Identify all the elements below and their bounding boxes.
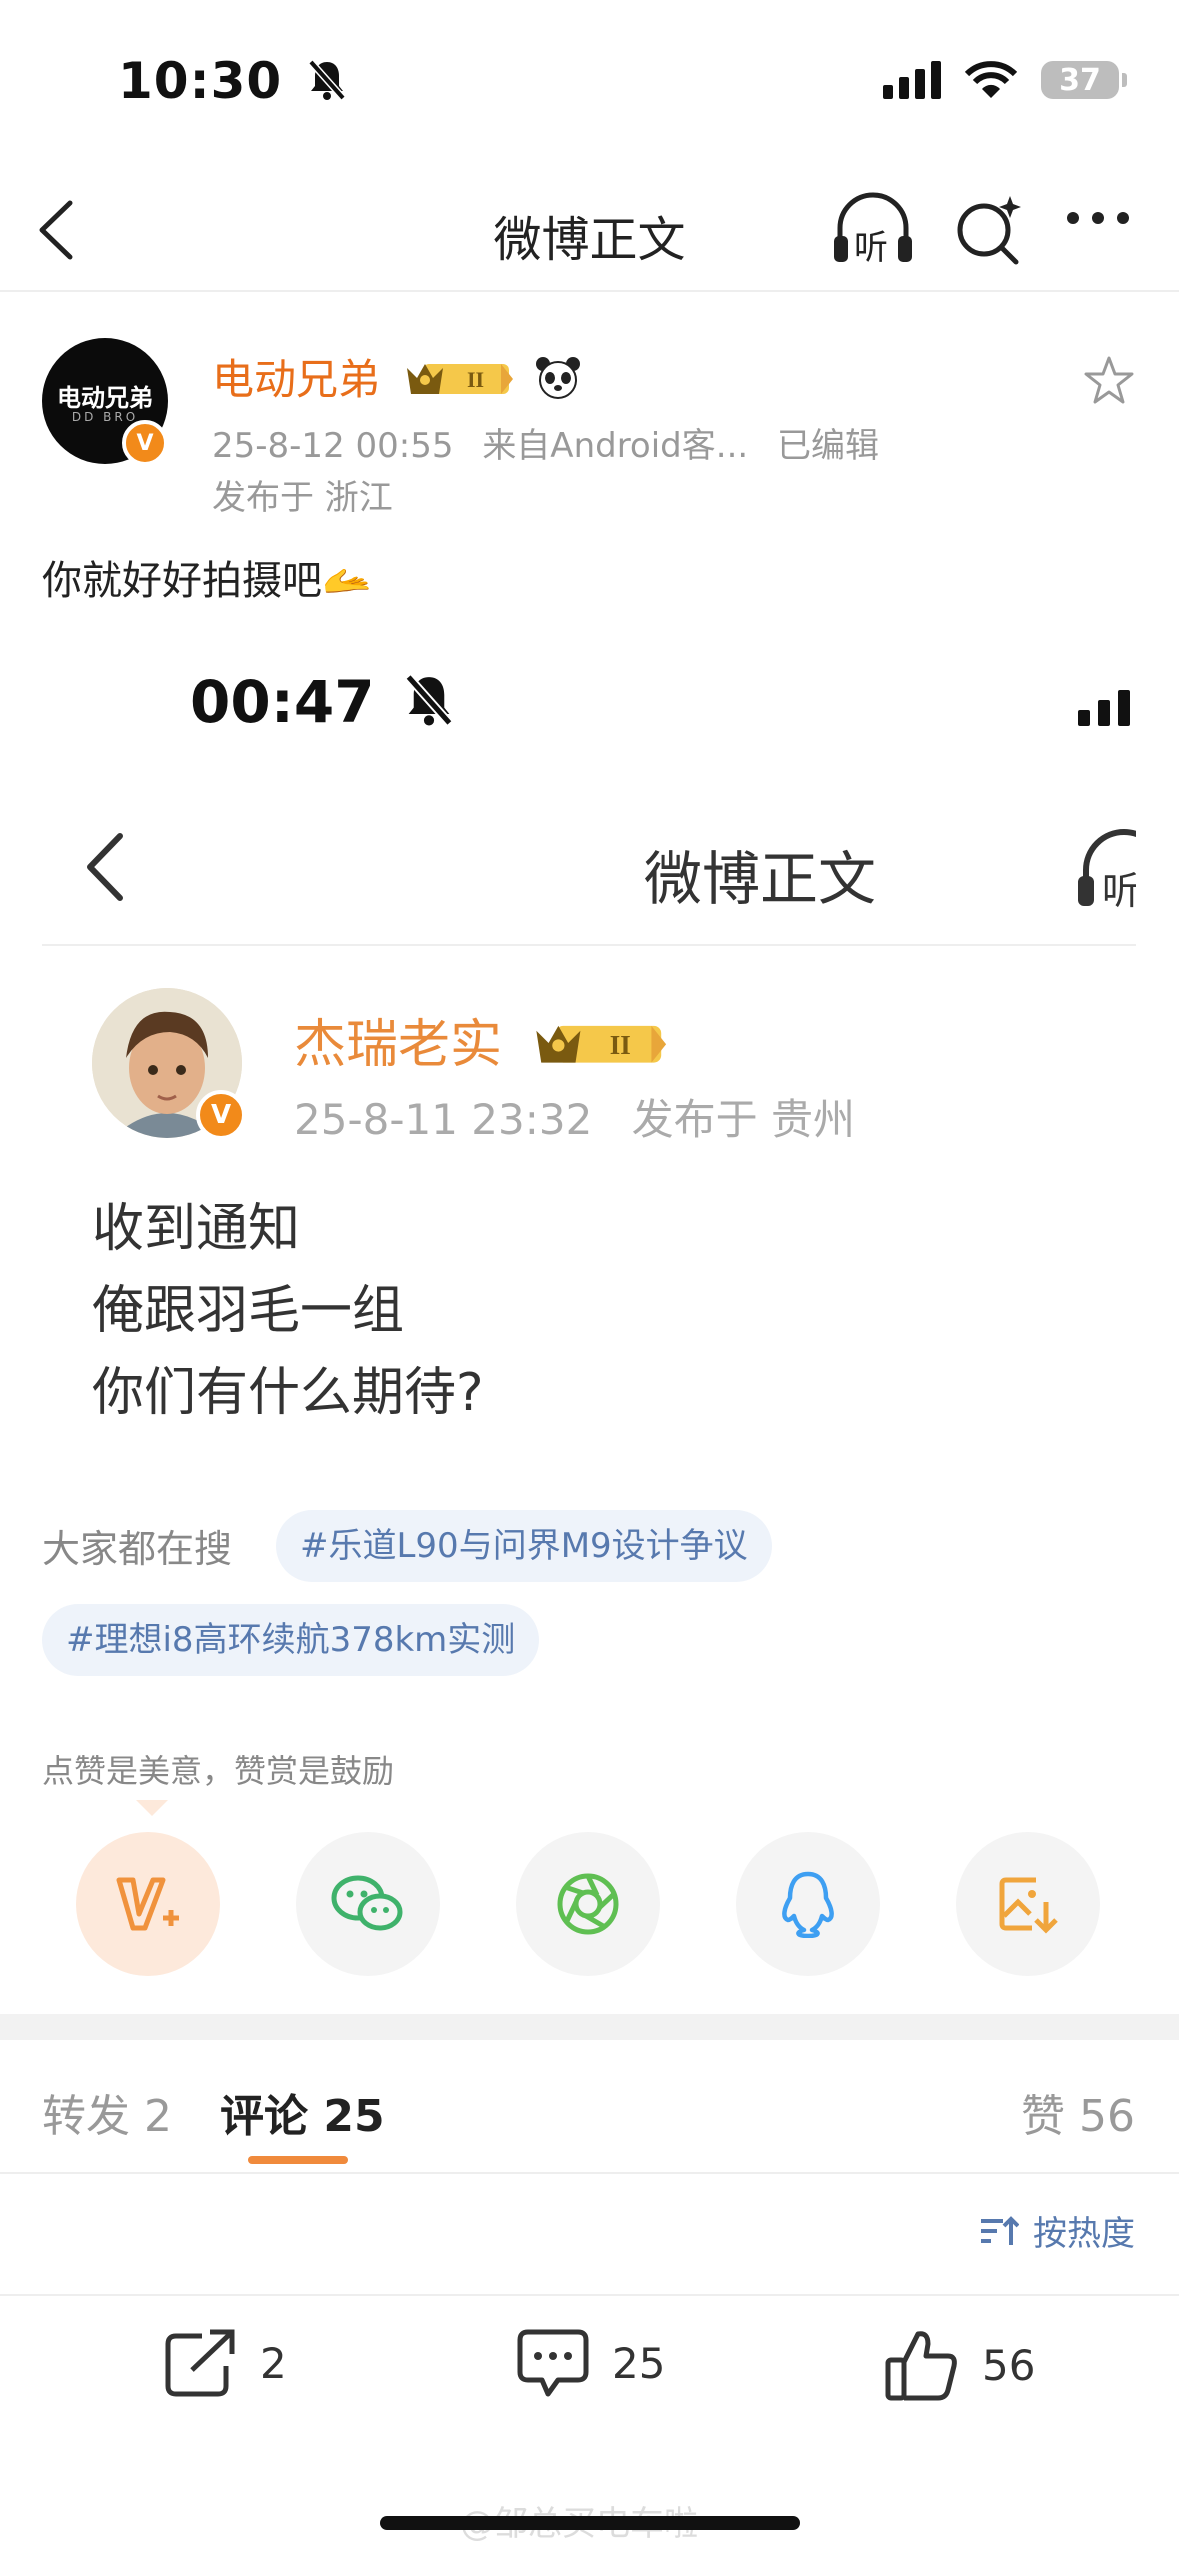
screenshot-listen-label: 听 — [1102, 869, 1136, 912]
share-wechat-button[interactable] — [296, 1832, 440, 1976]
action-bar-divider — [0, 2294, 1179, 2296]
screenshot-author-avatar: V — [92, 988, 246, 1140]
comment-action[interactable]: 25 — [514, 2326, 665, 2400]
screenshot-back-arrow-icon — [87, 833, 123, 901]
silent-bell-icon — [307, 59, 346, 101]
author-name[interactable]: 电动兄弟 II — [212, 346, 581, 407]
tab-repost[interactable]: 转发 2 — [42, 2080, 172, 2144]
thumbs-up-icon — [885, 2331, 957, 2401]
listen-button[interactable]: 听 — [830, 190, 916, 270]
silent-bell-icon — [405, 674, 453, 726]
reward-icon — [116, 1877, 179, 1931]
section-separator — [0, 2014, 1179, 2040]
favorite-star-icon[interactable] — [1082, 354, 1136, 408]
author-avatar[interactable]: 电动兄弟 DD BRO V — [42, 338, 168, 466]
post-source: 来自Android客... — [482, 426, 749, 466]
post-text: 你就好好拍摄吧🫴 — [42, 558, 372, 604]
svg-text:II: II — [467, 367, 484, 392]
screenshot-divider — [42, 944, 1136, 946]
save-image-button[interactable] — [956, 1832, 1100, 1976]
screenshot-author-name: 杰瑞老实 II — [294, 1002, 671, 1077]
listen-label: 听 — [854, 228, 888, 268]
tab-like[interactable]: 赞 56 — [1021, 2080, 1135, 2144]
moments-aperture-icon — [557, 1873, 619, 1935]
active-tab-indicator — [248, 2156, 348, 2164]
share-moments-button[interactable] — [516, 1832, 660, 1976]
sort-icon — [981, 2215, 1019, 2245]
reward-button[interactable] — [76, 1832, 220, 1976]
wechat-icon — [331, 1875, 403, 1931]
search-icon[interactable] — [950, 192, 1026, 268]
sort-by-hot-button[interactable]: 按热度 — [979, 2206, 1135, 2255]
edited-label[interactable]: 已编辑 — [777, 426, 879, 466]
share-qq-button[interactable] — [736, 1832, 880, 1976]
screenshot-body-line: 收到通知 — [92, 1199, 301, 1259]
panda-icon — [535, 357, 580, 399]
trending-label: 大家都在搜 — [42, 1527, 233, 1571]
more-icon[interactable] — [1065, 210, 1131, 226]
screenshot-meta: 25-8-11 23:32 发布于 贵州 — [294, 1095, 856, 1144]
nav-bar: 微博正文 听 — [0, 170, 1179, 292]
repost-icon — [165, 2329, 235, 2397]
screenshot-body-line: 俺跟羽毛一组 — [92, 1281, 405, 1341]
post-timestamp: 25-8-12 00:55 — [212, 426, 454, 466]
save-image-icon — [999, 1877, 1058, 1934]
screenshot-status-time: 00:47 — [190, 668, 455, 736]
screenshot-body-line: 你们有什么期待? — [92, 1363, 484, 1423]
repost-action[interactable]: 2 — [162, 2326, 287, 2400]
tab-comment[interactable]: 评论 25 — [220, 2080, 385, 2144]
status-icons: 37 — [883, 60, 1127, 100]
vip-crown-badge-icon: II — [407, 364, 514, 394]
verified-badge-icon: V — [122, 420, 168, 466]
post-meta: 25-8-12 00:55 来自Android客... 已编辑 — [212, 418, 879, 467]
tabs-divider — [0, 2172, 1179, 2174]
screenshot-title: 微博正文 — [644, 845, 877, 913]
qq-penguin-icon — [782, 1871, 834, 1938]
comment-icon — [517, 2329, 589, 2397]
trending-topic-chip[interactable]: #乐道L90与问界M9设计争议 — [276, 1510, 772, 1582]
post-location: 发布于 浙江 — [212, 478, 393, 518]
screenshot-verified-badge-icon: V — [196, 1090, 246, 1140]
like-action[interactable]: 56 — [882, 2326, 1035, 2404]
screenshot-signal-icon — [1078, 690, 1130, 726]
status-time: 10:30 — [118, 52, 347, 110]
screenshot-listen-icon: 听 — [1076, 828, 1136, 912]
tooltip-pointer — [136, 1800, 168, 1816]
battery-indicator: 37 — [1041, 61, 1127, 99]
vip-crown-badge-icon: II — [535, 1025, 666, 1063]
wifi-icon — [965, 61, 1017, 98]
praise-caption: 点赞是美意，赞赏是鼓励 — [42, 1752, 395, 1790]
svg-text:II: II — [609, 1030, 630, 1060]
home-indicator[interactable] — [380, 2516, 800, 2530]
trending-topic-chip[interactable]: #理想i8高环续航378km实测 — [42, 1604, 540, 1676]
cellular-signal-icon — [883, 61, 941, 99]
